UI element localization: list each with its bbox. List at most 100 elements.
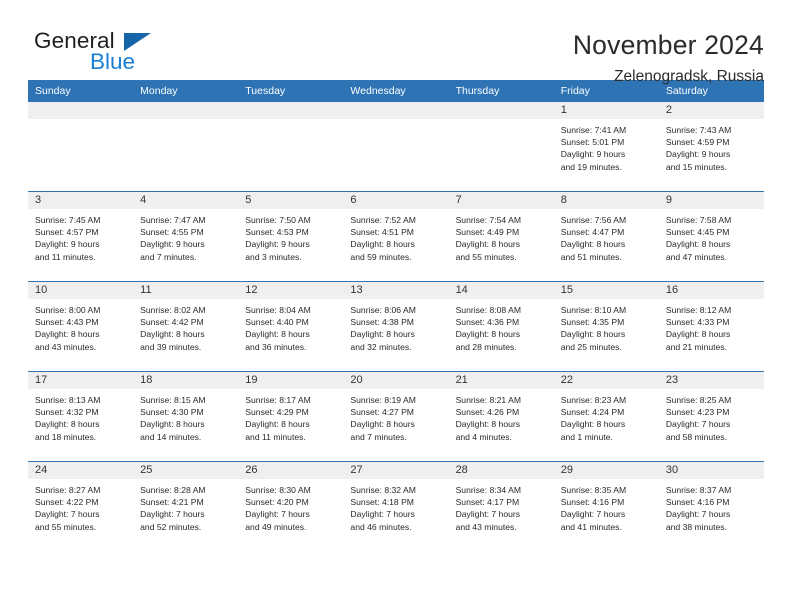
day-details: Sunrise: 8:08 AM Sunset: 4:36 PM Daylight:… xyxy=(449,299,554,353)
day-details xyxy=(238,119,343,124)
calendar-day-cell[interactable]: 17 Sunrise: 8:13 AM Sunset: 4:32 PM Dayligh… xyxy=(28,371,134,462)
calendar-day-cell[interactable]: 10 Sunrise: 8:00 AM Sunset: 4:43 PM Dayligh… xyxy=(28,281,134,372)
day-number: 19 xyxy=(238,372,344,389)
daylight-minutes: and 7 minutes. xyxy=(350,431,407,442)
calendar-day-cell[interactable]: 23 Sunrise: 8:25 AM Sunset: 4:23 PM Dayligh… xyxy=(658,371,764,462)
calendar-day-cell[interactable]: 29 Sunrise: 8:35 AM Sunset: 4:16 PM Dayligh… xyxy=(553,461,659,551)
day-details: Sunrise: 7:58 AM Sunset: 4:45 PM Daylight:… xyxy=(659,209,764,263)
calendar-day-cell[interactable]: 11 Sunrise: 8:02 AM Sunset: 4:42 PM Dayligh… xyxy=(133,281,239,372)
calendar-day-cell[interactable]: 27 Sunrise: 8:32 AM Sunset: 4:18 PM Dayligh… xyxy=(343,461,449,551)
day-details: Sunrise: 8:19 AM Sunset: 4:27 PM Daylight:… xyxy=(343,389,448,443)
day-number: 14 xyxy=(448,282,554,299)
daylight-minutes: and 55 minutes. xyxy=(35,521,97,532)
day-details: Sunrise: 8:02 AM Sunset: 4:42 PM Daylight:… xyxy=(133,299,238,353)
calendar-day-cell[interactable]: 8 Sunrise: 7:56 AM Sunset: 4:47 PM Daylight… xyxy=(553,191,659,282)
daylight-minutes: and 51 minutes. xyxy=(560,251,622,262)
calendar-day-cell[interactable]: 26 Sunrise: 8:30 AM Sunset: 4:20 PM Dayligh… xyxy=(238,461,344,551)
calendar-day-cell[interactable]: 6 Sunrise: 7:52 AM Sunset: 4:51 PM Daylight… xyxy=(343,191,449,282)
logo-text-blue: Blue xyxy=(90,49,136,74)
sunset-time: Sunset: 4:21 PM xyxy=(140,497,204,508)
calendar-day-cell[interactable]: 28 Sunrise: 8:34 AM Sunset: 4:17 PM Dayligh… xyxy=(448,461,554,551)
calendar-day-cell[interactable]: 4 Sunrise: 7:47 AM Sunset: 4:55 PM Daylight… xyxy=(133,191,239,282)
calendar-day-cell[interactable]: 2 Sunrise: 7:43 AM Sunset: 4:59 PM Daylight… xyxy=(658,102,764,192)
day-number: 16 xyxy=(658,282,764,299)
calendar-day-cell[interactable]: 21 Sunrise: 8:21 AM Sunset: 4:26 PM Dayligh… xyxy=(448,371,554,462)
calendar-day-cell[interactable]: 19 Sunrise: 8:17 AM Sunset: 4:29 PM Dayligh… xyxy=(238,371,344,462)
daylight-minutes: and 46 minutes. xyxy=(350,521,412,532)
calendar-day-cell[interactable]: 24 Sunrise: 8:27 AM Sunset: 4:22 PM Dayligh… xyxy=(28,461,134,551)
sunset-time: Sunset: 4:26 PM xyxy=(455,407,520,418)
daylight-minutes: and 25 minutes. xyxy=(560,341,622,352)
weekday-header-tuesday: Tuesday xyxy=(238,80,344,102)
daylight-hours: Daylight: 7 hours xyxy=(560,509,626,520)
day-details: Sunrise: 7:47 AM Sunset: 4:55 PM Daylight:… xyxy=(133,209,238,263)
calendar-day-cell[interactable]: 1 Sunrise: 7:41 AM Sunset: 5:01 PM Daylight… xyxy=(553,102,659,192)
daylight-hours: Daylight: 8 hours xyxy=(560,239,626,250)
daylight-minutes: and 38 minutes. xyxy=(665,521,727,532)
calendar-day-cell[interactable]: 9 Sunrise: 7:58 AM Sunset: 4:45 PM Daylight… xyxy=(658,191,764,282)
daylight-hours: Daylight: 7 hours xyxy=(245,509,310,520)
sunrise-time: Sunrise: 8:19 AM xyxy=(350,395,416,405)
day-number: 12 xyxy=(238,282,344,299)
day-number xyxy=(28,102,134,119)
calendar-day-cell[interactable]: 22 Sunrise: 8:23 AM Sunset: 4:24 PM Dayligh… xyxy=(553,371,659,462)
day-details: Sunrise: 8:32 AM Sunset: 4:18 PM Daylight:… xyxy=(343,479,448,533)
calendar-day-cell[interactable]: 13 Sunrise: 8:06 AM Sunset: 4:38 PM Dayligh… xyxy=(343,281,449,372)
sunset-time: Sunset: 4:27 PM xyxy=(350,407,414,418)
daylight-hours: Daylight: 8 hours xyxy=(560,329,626,340)
sunrise-time: Sunrise: 8:15 AM xyxy=(140,395,206,405)
day-number: 10 xyxy=(28,282,134,299)
day-details: Sunrise: 7:43 AM Sunset: 4:59 PM Daylight:… xyxy=(659,119,764,173)
calendar-day-cell[interactable]: 30 Sunrise: 8:37 AM Sunset: 4:16 PM Dayligh… xyxy=(658,461,764,551)
sunset-time: Sunset: 4:29 PM xyxy=(245,407,309,418)
daylight-hours: Daylight: 8 hours xyxy=(560,419,626,430)
sunrise-time: Sunrise: 7:52 AM xyxy=(350,215,416,225)
sunset-time: Sunset: 4:43 PM xyxy=(35,317,99,328)
day-details: Sunrise: 8:35 AM Sunset: 4:16 PM Daylight:… xyxy=(554,479,659,533)
day-details xyxy=(343,119,448,124)
daylight-hours: Daylight: 9 hours xyxy=(665,149,731,160)
weekday-header-wednesday: Wednesday xyxy=(343,80,449,102)
day-number: 3 xyxy=(28,192,134,209)
day-number: 21 xyxy=(448,372,554,389)
day-details: Sunrise: 7:56 AM Sunset: 4:47 PM Daylight:… xyxy=(554,209,659,263)
day-number: 24 xyxy=(28,462,134,479)
sunset-time: Sunset: 4:16 PM xyxy=(560,497,625,508)
day-number: 6 xyxy=(343,192,449,209)
page-header: General Blue November 2024 Zelenogradsk,… xyxy=(28,0,764,83)
day-number: 20 xyxy=(343,372,449,389)
calendar-day-cell[interactable]: 20 Sunrise: 8:19 AM Sunset: 4:27 PM Dayligh… xyxy=(343,371,449,462)
sunrise-time: Sunrise: 7:54 AM xyxy=(455,215,522,225)
sunset-time: Sunset: 4:16 PM xyxy=(665,497,730,508)
daylight-hours: Daylight: 8 hours xyxy=(140,329,205,340)
daylight-minutes: and 32 minutes. xyxy=(350,341,412,352)
daylight-minutes: and 49 minutes. xyxy=(245,521,307,532)
daylight-hours: Daylight: 8 hours xyxy=(35,329,100,340)
calendar-day-cell[interactable]: 7 Sunrise: 7:54 AM Sunset: 4:49 PM Daylight… xyxy=(448,191,554,282)
weekday-header-sunday: Sunday xyxy=(28,80,134,102)
calendar-day-cell[interactable]: 14 Sunrise: 8:08 AM Sunset: 4:36 PM Dayligh… xyxy=(448,281,554,372)
calendar-day-cell[interactable]: 12 Sunrise: 8:04 AM Sunset: 4:40 PM Dayligh… xyxy=(238,281,344,372)
calendar-day-cell[interactable]: 3 Sunrise: 7:45 AM Sunset: 4:57 PM Daylight… xyxy=(28,191,134,282)
sunrise-time: Sunrise: 7:41 AM xyxy=(560,125,627,135)
sunrise-time: Sunrise: 8:04 AM xyxy=(245,305,311,315)
calendar-day-cell[interactable]: 25 Sunrise: 8:28 AM Sunset: 4:21 PM Dayligh… xyxy=(133,461,239,551)
calendar-day-cell[interactable]: 16 Sunrise: 8:12 AM Sunset: 4:33 PM Dayligh… xyxy=(658,281,764,372)
daylight-minutes: and 11 minutes. xyxy=(245,431,306,442)
day-number: 13 xyxy=(343,282,449,299)
day-number: 22 xyxy=(553,372,659,389)
calendar-day-cell[interactable]: 15 Sunrise: 8:10 AM Sunset: 4:35 PM Dayligh… xyxy=(553,281,659,372)
daylight-minutes: and 55 minutes. xyxy=(455,251,517,262)
sunset-time: Sunset: 4:36 PM xyxy=(455,317,520,328)
calendar-day-cell[interactable]: 18 Sunrise: 8:15 AM Sunset: 4:30 PM Dayligh… xyxy=(133,371,239,462)
calendar-body: 1 Sunrise: 7:41 AM Sunset: 5:01 PM Daylight… xyxy=(28,102,764,551)
general-blue-logo[interactable]: General Blue xyxy=(28,29,158,82)
daylight-minutes: and 59 minutes. xyxy=(350,251,412,262)
day-number: 8 xyxy=(553,192,659,209)
day-number xyxy=(133,102,239,119)
calendar-day-cell[interactable]: 5 Sunrise: 7:50 AM Sunset: 4:53 PM Daylight… xyxy=(238,191,344,282)
calendar-week-row: 3 Sunrise: 7:45 AM Sunset: 4:57 PM Daylight… xyxy=(28,191,764,282)
sunrise-time: Sunrise: 8:32 AM xyxy=(350,485,416,495)
daylight-hours: Daylight: 8 hours xyxy=(455,419,521,430)
day-number: 15 xyxy=(553,282,659,299)
